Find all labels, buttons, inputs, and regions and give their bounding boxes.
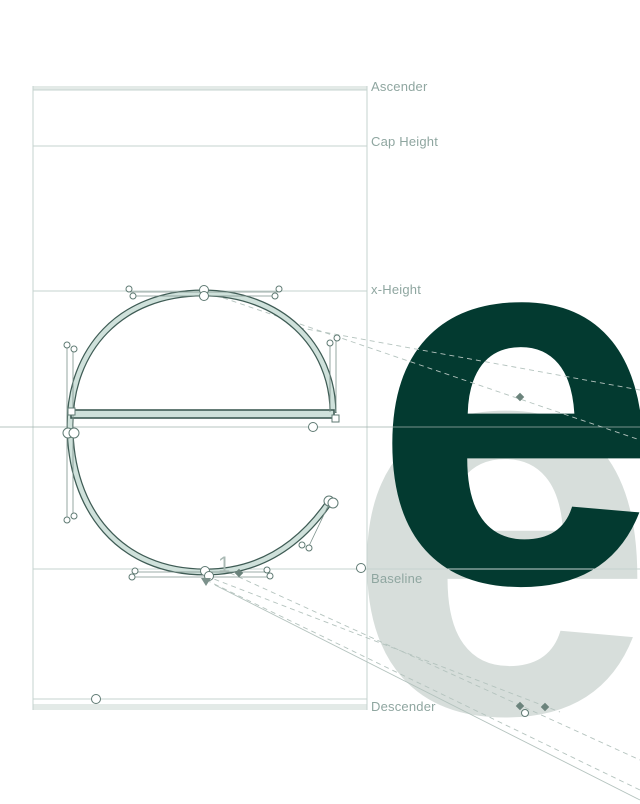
node [331, 414, 340, 423]
node [128, 573, 136, 581]
glyph-edit-canvas[interactable]: e e 1 [0, 0, 640, 804]
cap-height-label: Cap Height [371, 134, 439, 149]
node [326, 339, 334, 347]
descender-label: Descender [371, 699, 436, 714]
node [333, 334, 341, 342]
node [91, 694, 101, 704]
node [271, 292, 279, 300]
node [356, 563, 366, 573]
baseline-label: Baseline [371, 571, 423, 586]
node [63, 516, 71, 524]
node [327, 497, 339, 509]
start-point-index: 1 [218, 552, 230, 577]
node [266, 572, 274, 580]
node [63, 341, 71, 349]
glyph-outline[interactable] [66, 289, 337, 576]
node [199, 291, 209, 301]
node [308, 422, 318, 432]
node [298, 541, 306, 549]
x-height-label: x-Height [371, 282, 422, 297]
node [275, 285, 283, 293]
node [521, 709, 529, 717]
node [70, 345, 78, 353]
ascender-label: Ascender [371, 79, 428, 94]
glyph-large-preview: e [372, 112, 640, 693]
node [70, 512, 78, 520]
node [305, 544, 313, 552]
node [263, 566, 271, 574]
node [131, 567, 139, 575]
node [68, 427, 80, 439]
node [67, 407, 76, 416]
node [125, 285, 133, 293]
node [129, 292, 137, 300]
